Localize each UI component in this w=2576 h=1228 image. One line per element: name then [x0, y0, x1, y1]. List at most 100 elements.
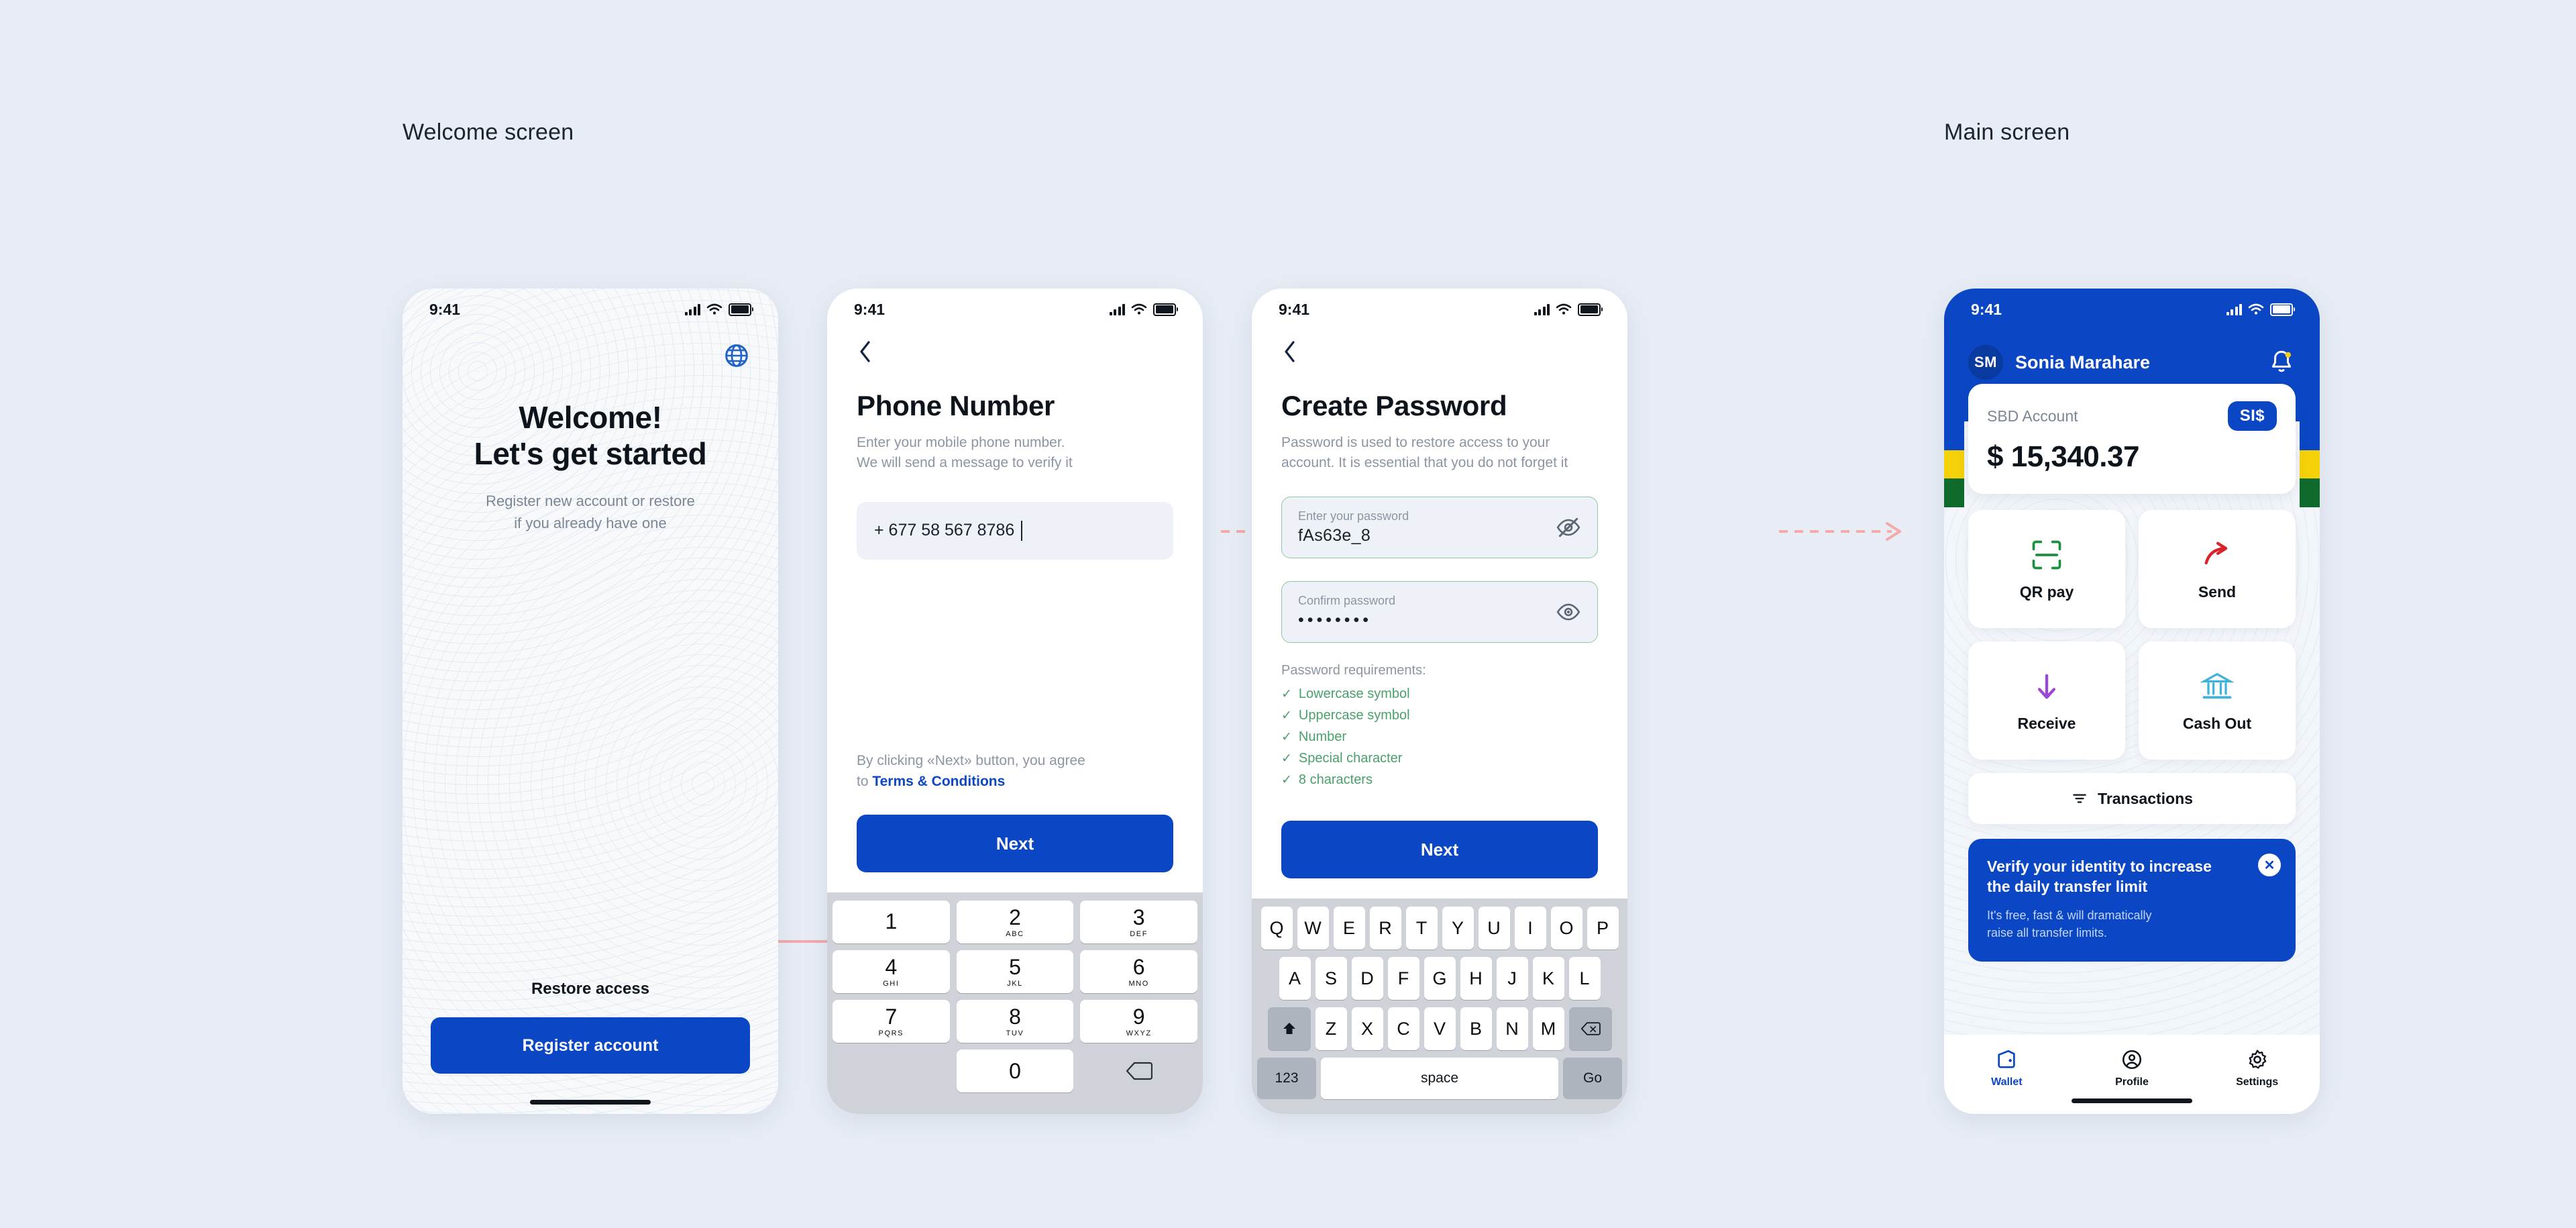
- back-button[interactable]: [1281, 338, 1308, 370]
- eye-off-icon[interactable]: [1556, 515, 1581, 540]
- verify-identity-banner[interactable]: Verify your identity to increase the dai…: [1968, 839, 2296, 962]
- next-button[interactable]: Next: [1281, 821, 1598, 878]
- key-6[interactable]: 6 MNO: [1080, 950, 1198, 993]
- key-z[interactable]: Z: [1315, 1007, 1347, 1050]
- tab-wallet[interactable]: Wallet: [1966, 1048, 2047, 1088]
- key-numbers[interactable]: 123: [1257, 1058, 1316, 1099]
- restore-access-link[interactable]: Restore access: [531, 980, 649, 999]
- key-5[interactable]: 5 JKL: [956, 950, 1074, 993]
- welcome-subtitle-line2: if you already have one: [514, 514, 667, 531]
- key-t[interactable]: T: [1405, 907, 1438, 950]
- key-k[interactable]: K: [1532, 957, 1564, 1000]
- key-f[interactable]: F: [1387, 957, 1419, 1000]
- key-backspace[interactable]: [1568, 1007, 1612, 1050]
- key-l[interactable]: L: [1568, 957, 1601, 1000]
- password-requirements-list: ✓ Lowercase symbol ✓ Uppercase symbol ✓ Num…: [1281, 686, 1598, 788]
- password-field-label: Enter your password: [1298, 509, 1409, 523]
- key-c[interactable]: C: [1387, 1007, 1419, 1050]
- close-icon[interactable]: ✕: [2258, 854, 2281, 876]
- key-d[interactable]: D: [1351, 957, 1383, 1000]
- key-i[interactable]: I: [1514, 907, 1546, 950]
- key-7[interactable]: 7 PQRS: [833, 1000, 950, 1043]
- requirement-item: ✓ Uppercase symbol: [1281, 707, 1410, 723]
- back-button[interactable]: [857, 338, 883, 370]
- key-e[interactable]: E: [1333, 907, 1365, 950]
- register-account-button[interactable]: Register account: [431, 1017, 750, 1074]
- key-s[interactable]: S: [1315, 957, 1347, 1000]
- key-space[interactable]: space: [1321, 1058, 1558, 1099]
- chevron-left-icon: [1285, 341, 1295, 362]
- transactions-row[interactable]: Transactions: [1968, 773, 2296, 824]
- tab-settings[interactable]: Settings: [2217, 1048, 2298, 1088]
- battery-icon: [729, 303, 753, 316]
- key-4[interactable]: 4 GHI: [833, 950, 950, 993]
- password-input[interactable]: Enter your password fAs63e_8: [1281, 496, 1598, 558]
- account-balance: $ 15,340.37: [1987, 440, 2139, 473]
- action-receive[interactable]: Receive: [1968, 642, 2125, 760]
- page-title: Phone Number: [857, 390, 1055, 421]
- key-g[interactable]: G: [1424, 957, 1456, 1000]
- keyboard-row-4: 123 space Go: [1257, 1058, 1622, 1099]
- key-9[interactable]: 9 WXYZ: [1080, 1000, 1198, 1043]
- key-backspace[interactable]: [1080, 1050, 1197, 1092]
- bell-icon[interactable]: [2267, 348, 2296, 376]
- phone-number-input[interactable]: + 677 58 567 8786: [857, 501, 1173, 560]
- key-3[interactable]: 3 DEF: [1080, 901, 1198, 943]
- key-u[interactable]: U: [1478, 907, 1510, 950]
- key-p[interactable]: P: [1587, 907, 1619, 950]
- key-r[interactable]: R: [1369, 907, 1401, 950]
- key-h[interactable]: H: [1460, 957, 1492, 1000]
- key-y[interactable]: Y: [1442, 907, 1474, 950]
- confirm-password-input[interactable]: Confirm password ••••••••: [1281, 580, 1598, 643]
- terms-conditions-link[interactable]: Terms & Conditions: [872, 774, 1005, 789]
- key-1[interactable]: 1: [833, 901, 950, 943]
- page-title: Create Password: [1281, 390, 1507, 421]
- key-shift[interactable]: [1267, 1007, 1311, 1050]
- key-w[interactable]: W: [1297, 907, 1329, 950]
- tab-label: Settings: [2236, 1076, 2279, 1088]
- main-body: SBD Account SI$ $ 15,340.37 QR pay Send …: [1944, 384, 2320, 1114]
- key-j[interactable]: J: [1496, 957, 1528, 1000]
- bottom-tab-bar: Wallet Profile Settings: [1944, 1035, 2320, 1114]
- key-n[interactable]: N: [1496, 1007, 1528, 1050]
- key-m[interactable]: M: [1532, 1007, 1564, 1050]
- key-8[interactable]: 8 TUV: [956, 1000, 1074, 1043]
- key-2[interactable]: 2 ABC: [956, 901, 1074, 943]
- action-label: Cash Out: [2182, 714, 2252, 732]
- avatar[interactable]: SM: [1968, 345, 2003, 380]
- key-x[interactable]: X: [1351, 1007, 1383, 1050]
- confirm-field-value: ••••••••: [1298, 610, 1373, 629]
- keyboard-row-2: A S D F G H J K L: [1257, 957, 1622, 1000]
- bank-icon: [2200, 672, 2235, 699]
- action-qr-pay[interactable]: QR pay: [1968, 510, 2125, 628]
- main-section-label: Main screen: [1944, 119, 2070, 145]
- next-button[interactable]: Next: [857, 815, 1173, 872]
- battery-icon: [2270, 303, 2295, 316]
- key-b[interactable]: B: [1460, 1007, 1492, 1050]
- wifi-icon: [706, 303, 722, 315]
- key-q[interactable]: Q: [1260, 907, 1293, 950]
- wifi-icon: [1131, 303, 1147, 315]
- action-cash-out[interactable]: Cash Out: [2139, 642, 2296, 760]
- connector-password-to-main: [1779, 522, 1901, 541]
- key-go[interactable]: Go: [1563, 1058, 1622, 1099]
- battery-icon: [1578, 303, 1603, 316]
- key-0[interactable]: 0: [956, 1050, 1074, 1092]
- phone-number-value: + 677 58 567 8786: [874, 521, 1015, 540]
- welcome-section-label: Welcome screen: [402, 119, 574, 145]
- eye-icon[interactable]: [1556, 599, 1581, 625]
- tab-profile[interactable]: Profile: [2092, 1048, 2172, 1088]
- action-label: Receive: [2017, 714, 2076, 732]
- phone-lead-line2: We will send a message to verify it: [857, 455, 1073, 471]
- key-a[interactable]: A: [1279, 957, 1311, 1000]
- action-send[interactable]: Send: [2139, 510, 2296, 628]
- key-v[interactable]: V: [1424, 1007, 1456, 1050]
- welcome-title-line2: Let's get started: [474, 436, 707, 471]
- account-card[interactable]: SBD Account SI$ $ 15,340.37: [1968, 384, 2296, 494]
- requirement-item: ✓ Number: [1281, 729, 1347, 744]
- main-screen: 9:41 SM Sonia Marahare SBD Account SI$ $…: [1944, 289, 2320, 1114]
- qr-scan-icon: [2032, 540, 2061, 569]
- globe-icon[interactable]: [723, 342, 750, 369]
- cellular-signal-icon: [1109, 303, 1125, 315]
- key-o[interactable]: O: [1550, 907, 1582, 950]
